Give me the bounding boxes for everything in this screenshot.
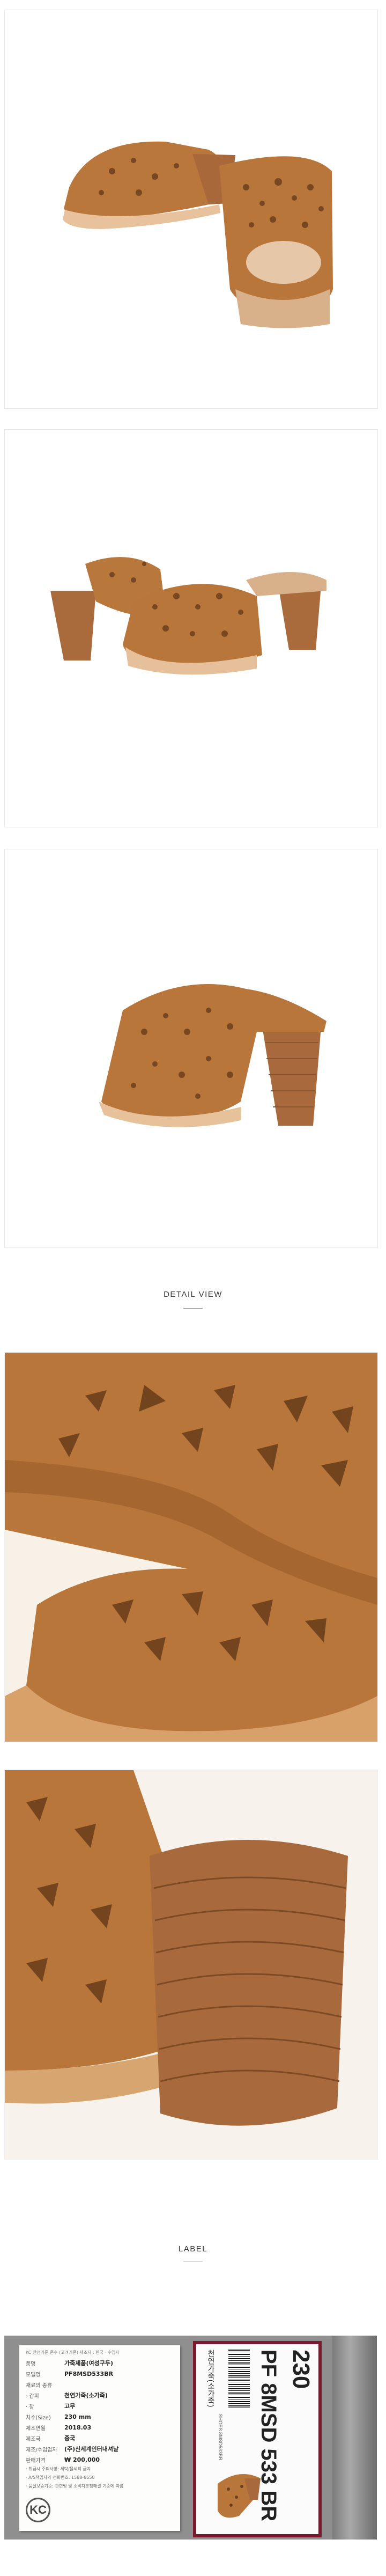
care-value: PF8MSD533BR [64, 2370, 114, 2377]
care-value: 가죽제품(여성구두) [64, 2360, 114, 2367]
care-label-card: KC 안전기준 준수 (고려기준) 제조자 : 한국 · 수입자 품명 가죽제품(… [19, 2345, 180, 2531]
detail-view-divider [183, 1308, 203, 1309]
care-value: 고무 [64, 2403, 76, 2410]
care-row: · 갑피 천연가죽(소가죽) [19, 2390, 180, 2401]
label-photo: KC 안전기준 준수 (고려기준) 제조자 : 한국 · 수입자 품명 가죽제품(… [4, 2336, 377, 2540]
detail-view-heading: DETAIL VIEW [164, 1290, 222, 1299]
care-label-header: KC 안전기준 준수 (고려기준) 제조자 : 한국 · 수입자 [26, 2350, 120, 2355]
care-value: 천연가죽(소가죽) [64, 2392, 108, 2399]
care-value: (주)신세계인터내셔날 [64, 2446, 119, 2453]
care-row: 재료의 종류 [19, 2379, 180, 2390]
perforated-toe-closeup-image [5, 1353, 377, 1742]
tag-small-code: SHOES 8MSD533BR [218, 2414, 223, 2461]
care-row: 제조/수입업자 (주)신세계인터내셔날 [19, 2443, 180, 2454]
kc-mark-icon: KC [26, 2498, 50, 2522]
product-photo-3 [4, 849, 378, 1248]
mule-single-side-image [99, 984, 326, 1127]
care-key: 재료의 종류 [26, 2382, 53, 2389]
care-note: · A/S책임자와 전화번호: 1588-8558 [26, 2475, 95, 2480]
care-key: 모델명 [26, 2372, 41, 2378]
background-fabric [332, 2336, 377, 2540]
care-note: · 품질보증기준: 관련법 및 소비자분쟁해결 기준에 따름 [26, 2484, 124, 2489]
closeup-photo-heel [4, 1770, 378, 2160]
closeup-photo-toe [4, 1352, 378, 1742]
care-key: 판매가격 [26, 2457, 46, 2464]
label-heading: LABEL [178, 2244, 208, 2254]
care-row: · 창 고무 [19, 2401, 180, 2411]
size-value: 230 [288, 2350, 314, 2389]
care-key: 제조연월 [26, 2425, 46, 2432]
product-photo-1 [4, 10, 378, 409]
care-key: 품명 [26, 2361, 36, 2367]
mule-pair-front-image [63, 141, 333, 328]
care-row: 판매가격 ₩ 200,000 [19, 2454, 180, 2465]
stacked-heel-closeup-image [5, 1770, 377, 2159]
care-value: 230 mm [64, 2413, 91, 2420]
product-photo-2 [4, 429, 378, 827]
care-value: 2018.03 [64, 2424, 92, 2431]
care-key: 제조/수입업자 [26, 2447, 57, 2453]
care-row: 제조연월 2018.03 [19, 2422, 180, 2433]
care-row: 제조국 중국 [19, 2433, 180, 2443]
care-key: · 갑피 [26, 2393, 39, 2399]
care-row: 치수(Size) 230 mm [19, 2411, 180, 2422]
care-row: 품명 가죽제품(여성구두) [19, 2358, 180, 2368]
care-key: · 창 [26, 2404, 34, 2410]
care-key: 치수(Size) [26, 2414, 51, 2421]
care-key: 제조국 [26, 2436, 41, 2442]
size-tag: 230 PF 8MSD 533 BR 천연가죽(소가죽) SHOES 8MSD5… [193, 2341, 322, 2537]
care-value: 중국 [64, 2435, 76, 2442]
barcode-icon [228, 2350, 250, 2409]
care-row: 모델명 PF8MSD533BR [19, 2368, 180, 2379]
material-text: 천연가죽(소가죽) [207, 2350, 216, 2408]
mule-pair-side-image [50, 557, 326, 675]
care-note: · 취급시 주의사항: 세탁/물세척 금지 [26, 2467, 91, 2471]
shoe-thumbnail-image [218, 2474, 261, 2518]
care-value: ₩ 200,000 [64, 2456, 100, 2463]
